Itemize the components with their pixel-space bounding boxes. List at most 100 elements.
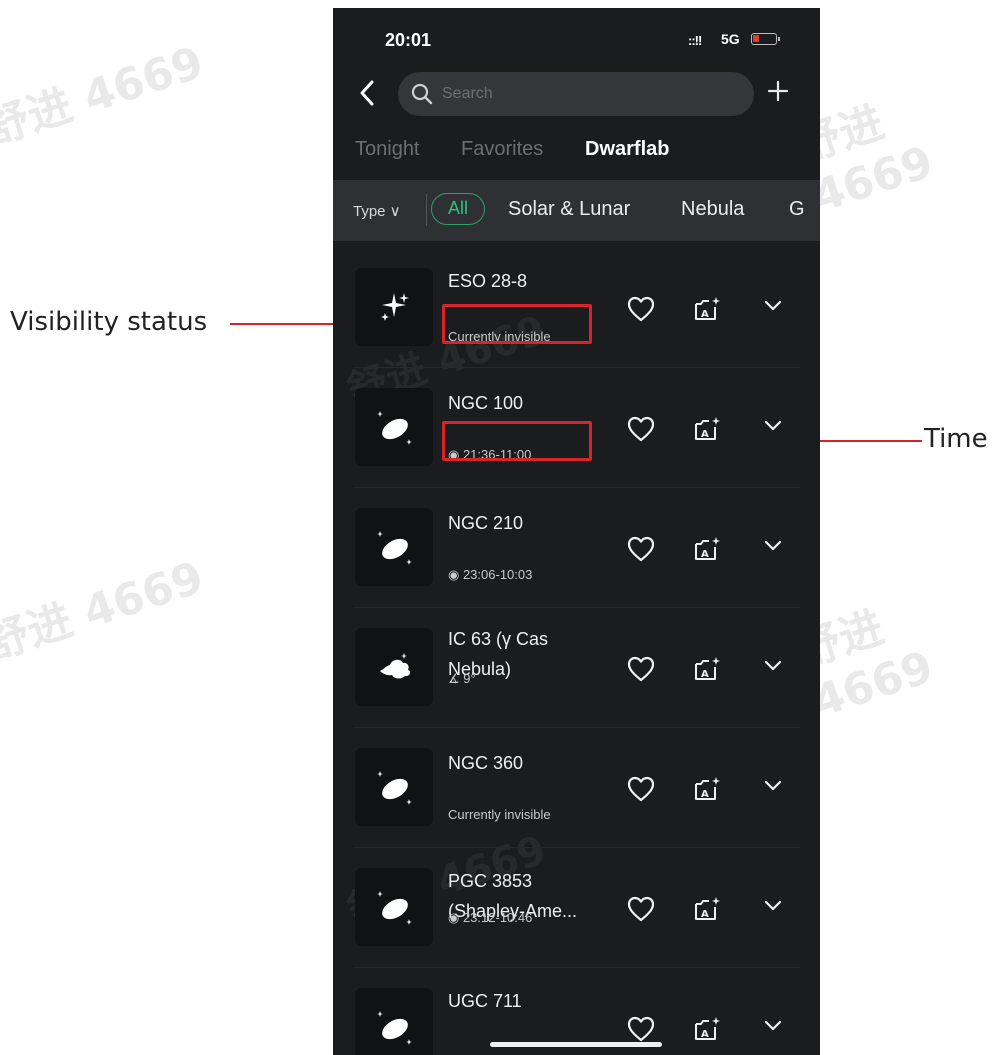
object-row-3[interactable]: NGC 210 ◉ 23:06-10:03 A — [333, 488, 820, 608]
camera-auto-icon: A — [695, 897, 720, 920]
object-row-5[interactable]: NGC 360 Currently invisible A — [333, 728, 820, 848]
nebula-icon — [380, 653, 411, 679]
home-indicator[interactable] — [490, 1042, 662, 1047]
heart-icon — [627, 1016, 655, 1042]
shoot-button[interactable]: A — [693, 535, 723, 568]
phone-screen: 舒进 4669 舒进 4669 20:01 ::!! 5G Search Ton… — [333, 8, 820, 1055]
object-meta: ∡ 9° — [448, 671, 476, 686]
galaxy-icon — [377, 531, 412, 565]
object-thumbnail — [355, 388, 433, 466]
camera-auto-icon: A — [695, 537, 720, 560]
object-row-6[interactable]: PGC 3853 (Shapley-Ame... ◉ 23:12-10:46 A — [333, 848, 820, 968]
object-thumbnail — [355, 628, 433, 706]
object-name: ESO 28-8 — [448, 271, 528, 291]
object-thumbnail — [355, 748, 433, 826]
chevron-down-icon — [764, 1020, 782, 1031]
network-label: 5G — [721, 31, 740, 47]
object-name: UGC 711 — [448, 991, 522, 1011]
camera-auto-icon: A — [695, 417, 720, 440]
search-icon — [411, 83, 433, 105]
heart-icon — [627, 896, 655, 922]
status-time: 20:01 — [385, 30, 432, 50]
favorite-button[interactable] — [627, 896, 655, 927]
object-thumbnail — [355, 868, 433, 946]
tab-tonight[interactable]: Tonight — [355, 138, 420, 161]
svg-text:A: A — [701, 909, 709, 920]
camera-auto-icon: A — [695, 297, 720, 320]
object-name: NGC 210 — [448, 513, 524, 533]
chevron-down-icon — [764, 780, 782, 791]
chevron-down-icon — [764, 300, 782, 311]
shoot-button[interactable]: A — [693, 1015, 723, 1048]
expand-button[interactable] — [763, 418, 783, 437]
back-button[interactable] — [359, 80, 375, 111]
shoot-button[interactable]: A — [693, 655, 723, 688]
object-name: NGC 100 — [448, 393, 524, 413]
filter-chip-g[interactable]: G — [789, 198, 805, 221]
svg-text:A: A — [701, 549, 709, 560]
expand-button[interactable] — [763, 1018, 783, 1037]
visibility-status-highlight — [442, 304, 592, 344]
chevron-left-icon — [360, 80, 374, 106]
expand-button[interactable] — [763, 778, 783, 797]
shoot-button[interactable]: A — [693, 295, 723, 328]
heart-icon — [627, 416, 655, 442]
chevron-down-icon — [764, 660, 782, 671]
chevron-down-icon — [764, 900, 782, 911]
shoot-button[interactable]: A — [693, 895, 723, 928]
galaxy-icon — [377, 411, 412, 445]
expand-button[interactable] — [763, 298, 783, 317]
favorite-button[interactable] — [627, 296, 655, 327]
filter-chip-nebula[interactable]: Nebula — [681, 198, 744, 221]
heart-icon — [627, 536, 655, 562]
heart-icon — [627, 656, 655, 682]
svg-text:A: A — [701, 309, 709, 320]
favorite-button[interactable] — [627, 776, 655, 807]
svg-text:A: A — [701, 1029, 709, 1040]
svg-text:A: A — [701, 669, 709, 680]
filter-divider — [426, 194, 427, 226]
svg-text:A: A — [701, 789, 709, 800]
expand-button[interactable] — [763, 538, 783, 557]
expand-button[interactable] — [763, 658, 783, 677]
favorite-button[interactable] — [627, 536, 655, 567]
signal-icon: ::!! — [688, 33, 702, 48]
filter-chip-solar-lunar[interactable]: Solar & Lunar — [508, 198, 630, 221]
object-thumbnail — [355, 508, 433, 586]
galaxy-icon — [377, 1011, 412, 1045]
chevron-down-icon — [764, 540, 782, 551]
plus-icon — [767, 80, 789, 102]
star-cluster-icon — [381, 293, 409, 321]
object-meta: Currently invisible — [448, 807, 551, 822]
tab-favorites[interactable]: Favorites — [461, 138, 543, 161]
chevron-down-icon — [764, 420, 782, 431]
status-bar: 20:01 ::!! 5G — [333, 8, 820, 68]
tab-dwarflab[interactable]: Dwarflab — [585, 138, 669, 161]
time-highlight — [442, 421, 592, 461]
filter-bar: Type ∨ All Solar & Lunar Nebula G — [333, 180, 820, 241]
galaxy-icon — [377, 771, 412, 805]
object-meta: ◉ 23:12-10:46 — [448, 910, 533, 925]
object-thumbnail — [355, 268, 433, 346]
filter-chip-all[interactable]: All — [431, 193, 485, 225]
watermark: 舒进 4669 — [0, 552, 210, 671]
battery-icon — [751, 33, 780, 45]
camera-auto-icon: A — [695, 1017, 720, 1040]
search-input[interactable]: Search — [398, 72, 754, 116]
type-dropdown[interactable]: Type ∨ — [353, 202, 401, 220]
visibility-status-annotation: Visibility status — [10, 307, 208, 337]
favorite-button[interactable] — [627, 416, 655, 447]
favorite-button[interactable] — [627, 656, 655, 687]
shoot-button[interactable]: A — [693, 775, 723, 808]
expand-button[interactable] — [763, 898, 783, 917]
object-name: NGC 360 — [448, 753, 524, 773]
watermark: 舒进 4669 — [0, 37, 210, 156]
object-thumbnail — [355, 988, 433, 1055]
camera-auto-icon: A — [695, 657, 720, 680]
galaxy-icon — [377, 891, 412, 925]
time-annotation: Time — [924, 424, 988, 454]
object-row-4[interactable]: IC 63 (γ Cas Nebula) ∡ 9° A — [333, 608, 820, 728]
object-meta: ◉ 23:06-10:03 — [448, 567, 533, 582]
shoot-button[interactable]: A — [693, 415, 723, 448]
add-button[interactable] — [767, 76, 789, 110]
